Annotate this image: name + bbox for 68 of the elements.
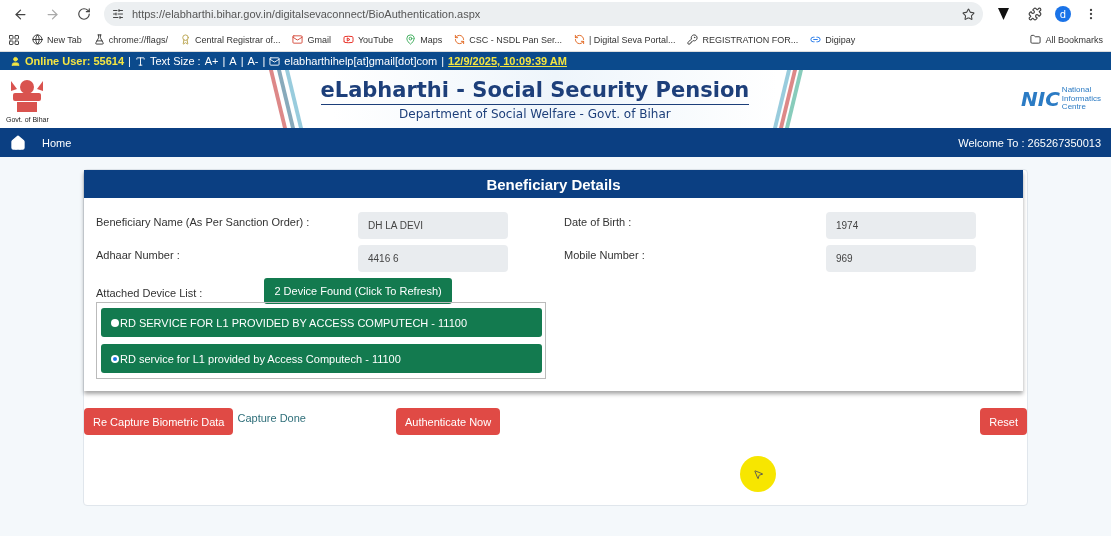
card-title: Beneficiary Details — [84, 170, 1023, 198]
field-label: Beneficiary Name (As Per Sanction Order) : — [96, 215, 311, 228]
text-size-icon — [134, 55, 146, 67]
device-option[interactable]: RD SERVICE FOR L1 PROVIDED BY ACCESS COMPUTECH - 11100 — [101, 308, 542, 337]
field-label: Date of Birth : — [564, 215, 633, 228]
capture-status: Capture Done — [237, 412, 306, 424]
text-size-label: Text Size : — [149, 55, 201, 67]
swirl-icon — [574, 34, 586, 45]
bookmark[interactable]: CSC - NSDL Pan Ser... — [454, 34, 563, 45]
bookmark[interactable]: | Digital Seva Portal... — [574, 34, 676, 45]
profile-avatar[interactable]: d — [1055, 6, 1071, 22]
link-icon — [810, 34, 822, 45]
radio-button[interactable] — [111, 318, 119, 327]
field-label: Mobile Number : — [564, 248, 646, 261]
field-label: Attached Device List : — [96, 286, 203, 299]
video-icon — [342, 34, 354, 45]
globe-icon — [32, 34, 43, 45]
refresh-devices-button[interactable]: 2 Device Found (Click To Refresh) — [264, 278, 452, 304]
text-size-link[interactable]: A- — [247, 55, 259, 67]
value-field: DH LA DEVI — [358, 212, 508, 239]
help-email: elabharthihelp[at]gmail[dot]com — [284, 55, 438, 67]
pin-icon — [405, 34, 417, 45]
bookmark[interactable]: Maps — [405, 34, 443, 45]
swirl-icon — [454, 34, 466, 45]
nic-name: National Informatics Centre — [1061, 86, 1101, 112]
seal-icon — [179, 34, 191, 45]
flask-icon — [93, 34, 105, 45]
bookmark[interactable]: Gmail — [292, 34, 331, 45]
mail-icon — [292, 34, 304, 45]
separator: | — [441, 55, 445, 67]
bookmark[interactable]: New Tab — [32, 34, 82, 45]
bookmark[interactable]: REGISTRATION FOR... — [687, 34, 799, 45]
site-title: eLabharthi - Social Security Pension — [320, 77, 750, 105]
separator: | — [262, 55, 266, 67]
value-field: 969 — [826, 245, 976, 272]
value-field: 4416 6 — [358, 245, 508, 272]
text-size-link[interactable]: A — [229, 55, 237, 67]
user-icon — [10, 55, 21, 67]
bookmark[interactable]: Digipay — [810, 34, 856, 45]
text-size-link[interactable]: A+ — [204, 55, 219, 67]
radio-button[interactable] — [111, 354, 119, 363]
value-field: 1974 — [826, 212, 976, 239]
device-option[interactable]: RD service for L1 provided by Access Computech - 11100 — [101, 344, 542, 373]
bookmark[interactable]: Central Registrar of... — [179, 34, 281, 45]
star-icon[interactable] — [962, 7, 975, 21]
separator: | — [128, 55, 131, 67]
online-user-count: Online User: 55614 — [25, 55, 125, 67]
address-bar[interactable]: https://elabharthi.bihar.gov.in/digitalsevaconnect/BioAuthentication.aspx — [104, 2, 983, 26]
mail-icon — [269, 55, 281, 67]
separator: | — [240, 55, 244, 67]
apps-icon[interactable] — [8, 33, 20, 46]
authenticate-button[interactable]: Authenticate Now — [395, 408, 501, 435]
recapture-button[interactable]: Re Capture Biometric Data — [84, 408, 234, 435]
key-icon — [687, 34, 699, 45]
site-subtitle: Department of Social Welfare - Govt. of Bihar — [399, 106, 671, 121]
home-link[interactable]: Home — [42, 136, 72, 149]
home-icon[interactable] — [10, 134, 26, 151]
bookmark[interactable]: YouTube — [342, 34, 394, 45]
reset-button[interactable]: Reset — [980, 408, 1027, 435]
bookmark[interactable]: chrome://flags/ — [93, 34, 168, 45]
site-settings-icon[interactable] — [112, 8, 124, 20]
welcome-text: Welcome To : 265267350013 — [958, 136, 1101, 149]
separator: | — [222, 55, 226, 67]
field-label: Adhaar Number : — [96, 248, 181, 261]
date-time: 12/9/2025, 10:09:39 AM — [448, 55, 567, 67]
nic-logo: NIC — [1021, 87, 1060, 111]
folder-icon — [1030, 34, 1042, 45]
all-bookmarks[interactable]: All Bookmarks — [1030, 34, 1103, 45]
